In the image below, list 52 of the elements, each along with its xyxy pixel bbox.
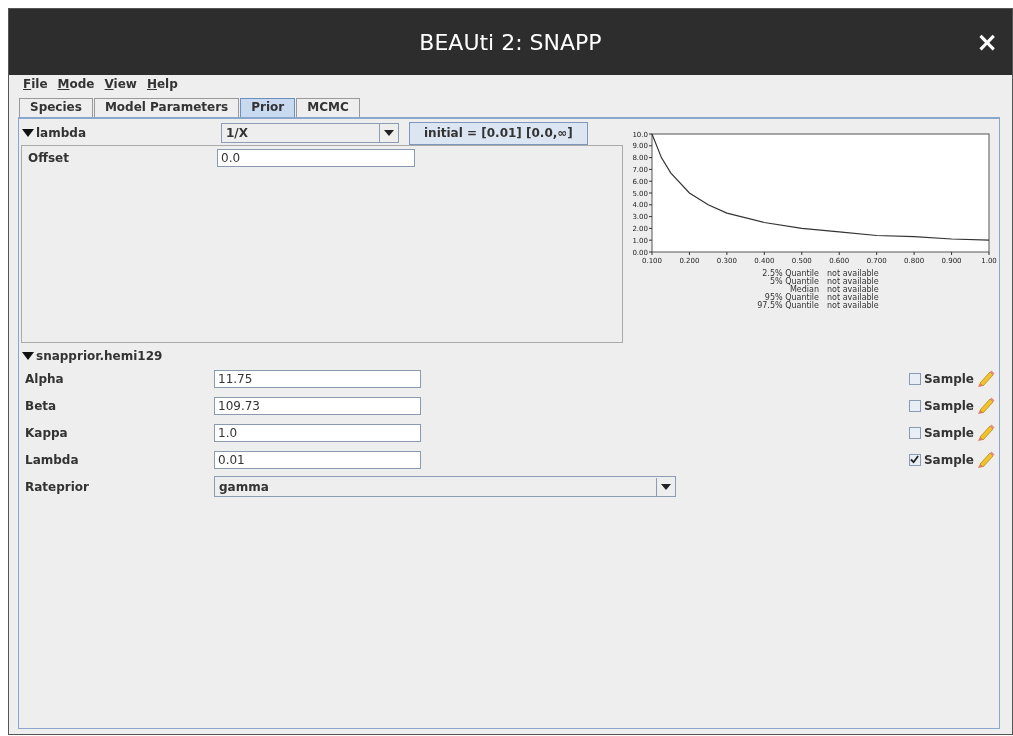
quantile-value: not available: [827, 286, 880, 294]
quantile-label: Median: [789, 286, 819, 294]
quantile-value: not available: [827, 302, 880, 310]
caret-icon: [661, 483, 671, 490]
checkbox[interactable]: [908, 399, 921, 412]
input-field[interactable]: 0.0: [217, 149, 415, 167]
parameter-label: Kappa: [25, 425, 69, 440]
section-title: snapprior.hemi129: [36, 349, 163, 363]
menu-item[interactable]: View: [104, 77, 137, 93]
input-field[interactable]: 1.0: [214, 423, 421, 442]
checkbox[interactable]: [908, 372, 921, 385]
expand-toggle-icon[interactable]: [21, 351, 35, 361]
tab[interactable]: Species: [19, 98, 93, 117]
close-button[interactable]: ×: [976, 27, 998, 57]
tab[interactable]: Model Parameters: [93, 98, 240, 117]
checkbox-label: Sample: [923, 452, 974, 467]
window-title: BEAUti 2: SNAPP: [419, 29, 602, 55]
pencil-icon[interactable]: [977, 423, 995, 442]
input-field[interactable]: 109.73: [214, 396, 421, 415]
checkbox-label: Sample: [923, 425, 974, 440]
quantile-label: 2.5% Quantile: [761, 270, 819, 278]
checkbox-label: Sample: [923, 398, 974, 413]
quantile-label: 5% Quantile: [769, 278, 819, 286]
input-field[interactable]: 11.75: [214, 369, 421, 388]
parameter-label: Lambda: [25, 452, 80, 467]
pencil-icon[interactable]: [977, 450, 995, 469]
quantile-label: 95% Quantile: [764, 294, 819, 302]
quantile-value: not available: [827, 294, 880, 302]
tab[interactable]: Prior: [240, 98, 296, 117]
menu-item[interactable]: Mode: [57, 77, 95, 93]
tab[interactable]: MCMC: [296, 98, 360, 117]
pencil-icon[interactable]: [977, 369, 995, 388]
quantile-value: not available: [827, 278, 880, 286]
quantile-label: 97.5% Quantile: [756, 302, 819, 310]
expand-toggle-icon[interactable]: [21, 128, 35, 138]
parameter-label: Beta: [25, 398, 58, 413]
quantile-value: not available: [827, 270, 880, 278]
caret-icon: [384, 130, 394, 136]
checkbox[interactable]: [908, 426, 921, 439]
menu-item[interactable]: File: [23, 77, 48, 93]
parameter-label: Rateprior: [25, 479, 90, 494]
section-title: lambda: [36, 126, 86, 140]
pencil-icon[interactable]: [977, 396, 995, 415]
checkbox[interactable]: [908, 453, 921, 466]
distribution-dropdown[interactable]: 1/X: [221, 123, 399, 143]
initial-value-button[interactable]: initial = [0.01] [0.0,∞]: [409, 121, 588, 145]
rate-prior-dropdown[interactable]: gamma: [214, 476, 676, 497]
parameter-label: Alpha: [25, 371, 65, 386]
menu-item[interactable]: Help: [146, 77, 178, 93]
checkbox-label: Sample: [923, 371, 974, 386]
parameter-label: Offset: [28, 151, 70, 165]
input-field[interactable]: 0.01: [214, 450, 421, 469]
